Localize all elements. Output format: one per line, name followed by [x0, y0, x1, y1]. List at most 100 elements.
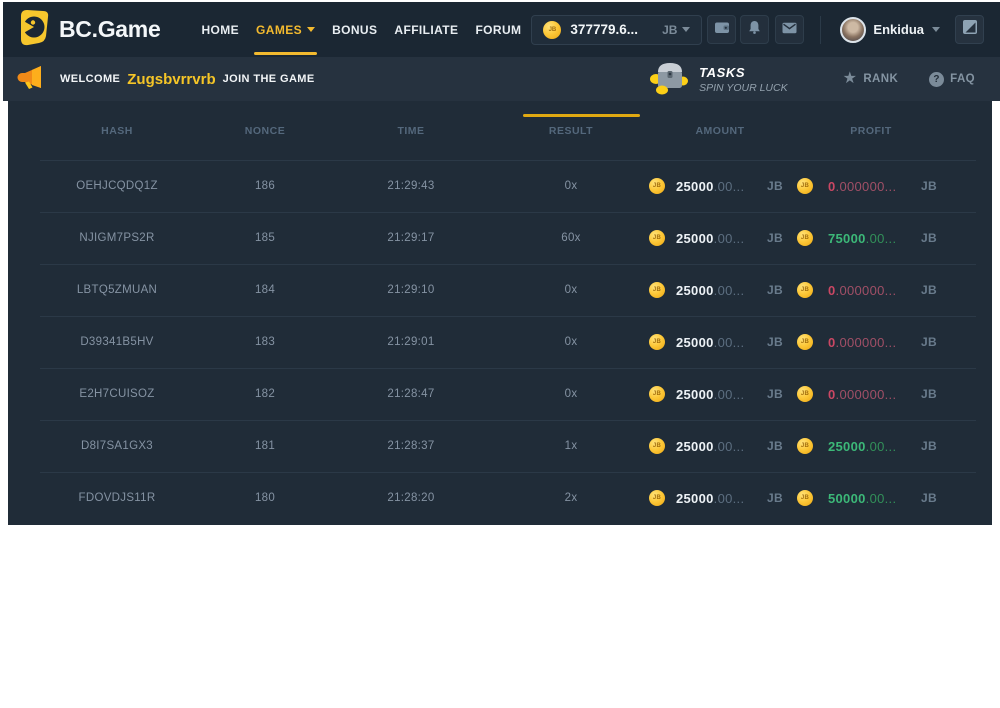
balance-selector[interactable]: JB 377779.6... JB [531, 15, 702, 45]
currency-label: JB [767, 231, 783, 245]
header-profit: PROFIT [790, 125, 992, 137]
currency-label: JB [921, 387, 937, 401]
nav-link-affiliate[interactable]: AFFILIATE [394, 2, 458, 57]
currency-label: JB [921, 179, 937, 193]
table-row[interactable]: D39341B5HV 183 21:29:01 0x JB 25000.00..… [8, 316, 992, 368]
bet-amount: JB 25000.00... JB [624, 334, 790, 350]
jb-coin-icon: JB [649, 438, 665, 454]
messages-button[interactable] [775, 15, 804, 44]
bet-time: 21:28:47 [304, 388, 518, 400]
table-row[interactable]: LBTQ5ZMUAN 184 21:29:10 0x JB 25000.00..… [8, 264, 992, 316]
tasks-subtitle: SPIN YOUR LUCK [699, 82, 788, 94]
faq-label: FAQ [950, 73, 975, 85]
amount-value: 25000.00... [676, 387, 744, 402]
nav-link-bonus[interactable]: BONUS [332, 2, 377, 57]
brand-logo[interactable]: BC.Game [16, 8, 160, 51]
wallet-icon [714, 20, 730, 40]
bet-nonce: 181 [226, 440, 304, 452]
welcome-suffix: JOIN THE GAME [223, 73, 315, 85]
currency-label: JB [921, 335, 937, 349]
currency-label: JB [767, 335, 783, 349]
bet-result: 60x [518, 232, 624, 244]
bet-nonce: 182 [226, 388, 304, 400]
currency-label: JB [767, 283, 783, 297]
mail-icon [782, 21, 797, 39]
main-nav: HOME GAMES BONUS AFFILIATE FORUM [201, 2, 521, 57]
amount-value: 25000.00... [676, 179, 744, 194]
announcement-banner: WELCOME Zugsbvrrvrb JOIN THE GAME [3, 57, 1000, 101]
bet-hash: LBTQ5ZMUAN [8, 284, 226, 296]
bet-amount: JB 25000.00... JB [624, 178, 790, 194]
nav-link-home[interactable]: HOME [201, 2, 239, 57]
bet-result: 1x [518, 440, 624, 452]
bell-icon [747, 20, 762, 40]
profit-value: 0.000000... [828, 335, 896, 350]
user-menu[interactable]: Enkidua [840, 17, 940, 43]
welcome-message: WELCOME Zugsbvrrvrb JOIN THE GAME [60, 71, 315, 88]
bet-result: 0x [518, 284, 624, 296]
bet-result: 0x [518, 180, 624, 192]
jb-coin-icon: JB [649, 490, 665, 506]
header-hash: HASH [8, 125, 226, 137]
bet-hash: D39341B5HV [8, 336, 226, 348]
table-row[interactable]: OEHJCQDQ1Z 186 21:29:43 0x JB 25000.00..… [8, 160, 992, 212]
table-row[interactable]: D8I7SA1GX3 181 21:28:37 1x JB 25000.00..… [8, 420, 992, 472]
currency-label: JB [767, 387, 783, 401]
bet-amount: JB 25000.00... JB [624, 438, 790, 454]
amount-value: 25000.00... [676, 439, 744, 454]
balance-currency-label: JB [662, 23, 677, 37]
jb-coin-icon: JB [649, 334, 665, 350]
welcome-username: Zugsbvrrvrb [127, 71, 215, 88]
bet-hash: NJIGM7PS2R [8, 232, 226, 244]
bet-result: 0x [518, 388, 624, 400]
bet-amount: JB 25000.00... JB [624, 282, 790, 298]
jb-coin-icon: JB [649, 282, 665, 298]
table-header-row: HASH NONCE TIME RESULT AMOUNT PROFIT [8, 101, 992, 160]
brand-name: BC.Game [59, 16, 160, 43]
rank-link[interactable]: ★ RANK [843, 71, 899, 87]
tasks-widget[interactable]: TASKS SPIN YOUR LUCK [648, 59, 788, 100]
bet-profit: JB 0.000000... JB [790, 282, 992, 298]
bet-amount: JB 25000.00... JB [624, 230, 790, 246]
chat-button[interactable] [955, 15, 984, 44]
bet-hash: OEHJCQDQ1Z [8, 180, 226, 192]
bets-table-card: HASH NONCE TIME RESULT AMOUNT PROFIT OEH… [8, 101, 992, 525]
table-row[interactable]: E2H7CUISOZ 182 21:28:47 0x JB 25000.00..… [8, 368, 992, 420]
bet-time: 21:29:43 [304, 180, 518, 192]
jb-coin-icon: JB [797, 386, 813, 402]
bet-nonce: 185 [226, 232, 304, 244]
bet-nonce: 183 [226, 336, 304, 348]
bet-result: 0x [518, 336, 624, 348]
amount-value: 25000.00... [676, 283, 744, 298]
currency-label: JB [921, 283, 937, 297]
bet-nonce: 184 [226, 284, 304, 296]
bet-profit: JB 0.000000... JB [790, 334, 992, 350]
tasks-title: TASKS [699, 65, 788, 80]
announcement: WELCOME Zugsbvrrvrb JOIN THE GAME [17, 64, 315, 95]
nav-link-games[interactable]: GAMES [256, 2, 315, 57]
bet-hash: E2H7CUISOZ [8, 388, 226, 400]
currency-label: JB [921, 439, 937, 453]
question-icon: ? [929, 72, 944, 87]
jb-coin-icon: JB [649, 230, 665, 246]
amount-value: 25000.00... [676, 335, 744, 350]
profit-value: 0.000000... [828, 179, 896, 194]
bet-profit: JB 0.000000... JB [790, 386, 992, 402]
table-row[interactable]: NJIGM7PS2R 185 21:29:17 60x JB 25000.00.… [8, 212, 992, 264]
balance-currency: JB [662, 23, 690, 37]
bet-hash: FDOVDJS11R [8, 492, 226, 504]
bet-nonce: 186 [226, 180, 304, 192]
navbar: BC.Game HOME GAMES BONUS AFFILIATE FORUM… [3, 2, 1000, 57]
faq-link[interactable]: ? FAQ [929, 72, 975, 87]
currency-label: JB [921, 231, 937, 245]
chevron-down-icon [932, 27, 940, 32]
nav-link-forum[interactable]: FORUM [475, 2, 521, 57]
active-tab-indicator [523, 114, 640, 117]
jb-coin-icon: JB [797, 282, 813, 298]
header-amount: AMOUNT [624, 125, 790, 137]
page: BC.Game HOME GAMES BONUS AFFILIATE FORUM… [3, 2, 1000, 525]
notifications-button[interactable] [740, 15, 769, 44]
bcgame-logo-icon [16, 8, 50, 51]
wallet-button[interactable] [707, 15, 736, 44]
table-row[interactable]: FDOVDJS11R 180 21:28:20 2x JB 25000.00..… [8, 472, 992, 524]
